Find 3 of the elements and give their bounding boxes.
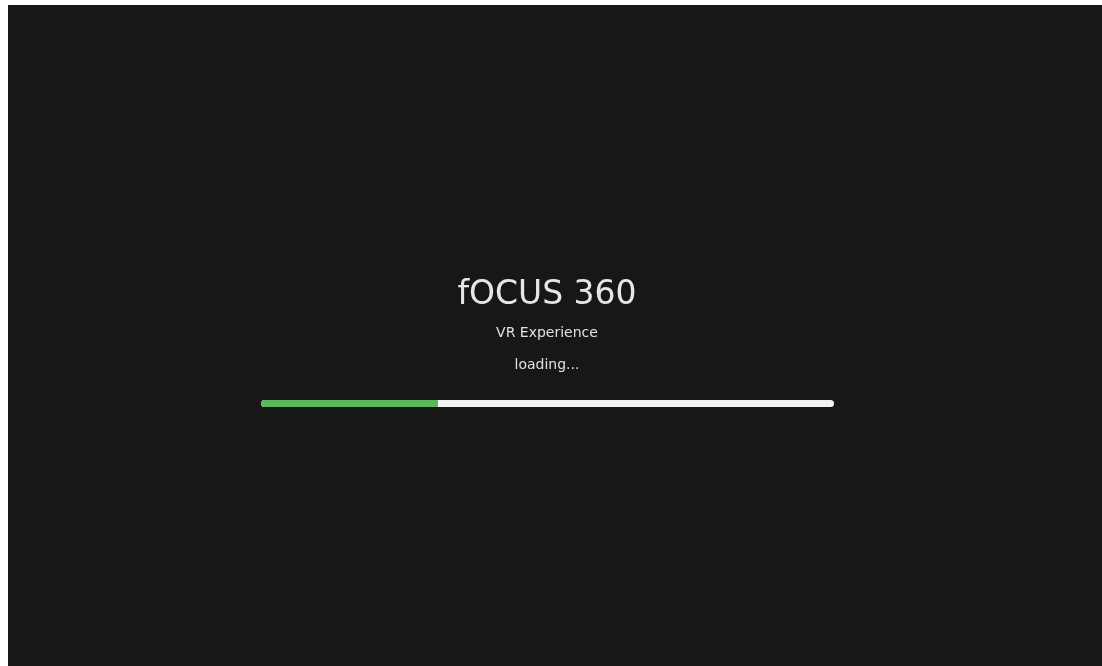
- loading-status: loading...: [514, 355, 580, 373]
- app-title: fOCUS 360: [457, 273, 637, 313]
- subtitle: VR Experience: [496, 323, 598, 341]
